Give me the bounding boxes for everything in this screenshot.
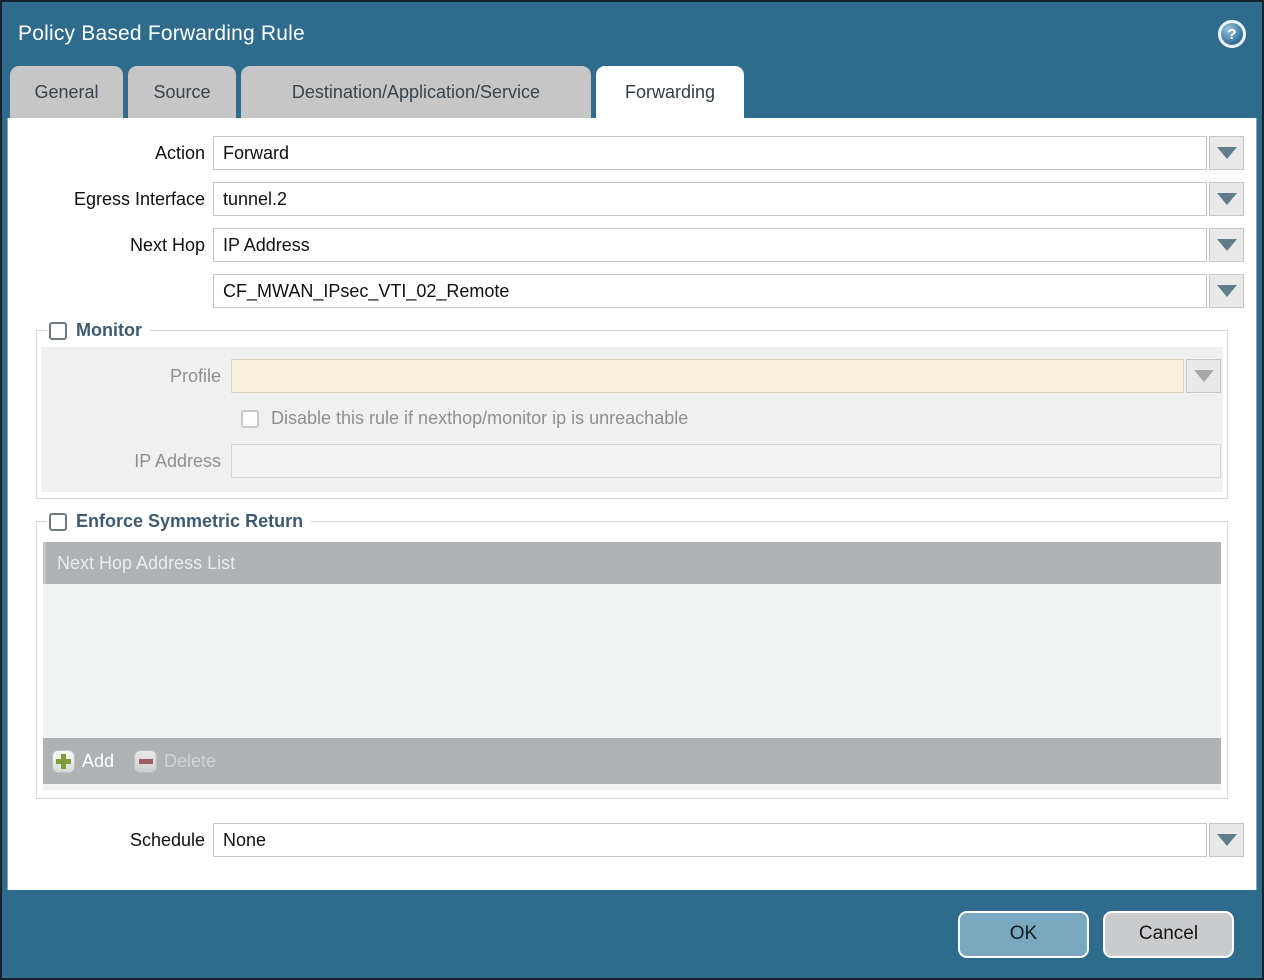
delete-button-disabled: Delete bbox=[134, 750, 216, 773]
disable-rule-label: Disable this rule if nexthop/monitor ip … bbox=[271, 408, 688, 429]
add-button-label: Add bbox=[82, 751, 114, 772]
symmetric-return-legend-label: Enforce Symmetric Return bbox=[76, 511, 303, 532]
dialog-titlebar: Policy Based Forwarding Rule ? bbox=[2, 2, 1262, 66]
monitor-legend: Monitor bbox=[47, 320, 150, 341]
egress-interface-input[interactable] bbox=[213, 182, 1207, 216]
chevron-down-icon bbox=[1217, 834, 1237, 846]
schedule-label: Schedule bbox=[8, 830, 213, 851]
ok-button-label: OK bbox=[1010, 923, 1037, 945]
next-hop-address-table-body[interactable] bbox=[43, 584, 1221, 738]
monitor-ip-address-row: IP Address bbox=[41, 444, 1221, 478]
symmetric-return-checkbox[interactable] bbox=[49, 513, 67, 531]
next-hop-address-input[interactable] bbox=[213, 274, 1207, 308]
tab-source-label: Source bbox=[153, 82, 210, 103]
tab-strip: General Source Destination/Application/S… bbox=[2, 66, 1262, 118]
monitor-panel: Profile Disable this rule if nexthop/mon… bbox=[41, 347, 1223, 492]
tab-source[interactable]: Source bbox=[128, 66, 236, 118]
tab-general-label: General bbox=[34, 82, 98, 103]
add-button[interactable]: Add bbox=[52, 750, 114, 773]
tab-destination-application-service[interactable]: Destination/Application/Service bbox=[241, 66, 591, 118]
monitor-checkbox[interactable] bbox=[49, 322, 67, 340]
profile-dropdown-button-disabled bbox=[1186, 359, 1221, 393]
next-hop-type-input[interactable] bbox=[213, 228, 1207, 262]
chevron-down-icon bbox=[1217, 193, 1237, 205]
action-label: Action bbox=[8, 143, 213, 164]
disable-rule-row: Disable this rule if nexthop/monitor ip … bbox=[241, 408, 1221, 429]
action-dropdown-button[interactable] bbox=[1209, 136, 1244, 170]
tab-destination-label: Destination/Application/Service bbox=[292, 82, 540, 103]
disable-rule-checkbox-disabled bbox=[241, 410, 259, 428]
next-hop-row: Next Hop bbox=[8, 228, 1256, 262]
schedule-row: Schedule bbox=[8, 823, 1256, 857]
egress-interface-label: Egress Interface bbox=[8, 189, 213, 210]
help-icon[interactable]: ? bbox=[1218, 20, 1246, 48]
cancel-button[interactable]: Cancel bbox=[1103, 911, 1234, 958]
egress-interface-row: Egress Interface bbox=[8, 182, 1256, 216]
minus-icon bbox=[134, 750, 157, 773]
chevron-down-icon bbox=[1217, 239, 1237, 251]
profile-input-disabled bbox=[231, 359, 1184, 393]
next-hop-type-dropdown-button[interactable] bbox=[1209, 228, 1244, 262]
symmetric-return-fieldset: Enforce Symmetric Return Next Hop Addres… bbox=[36, 511, 1228, 799]
next-hop-address-column-header: Next Hop Address List bbox=[57, 553, 235, 574]
tab-general[interactable]: General bbox=[10, 66, 123, 118]
forwarding-tab-panel: Action Egress Interface Next Hop bbox=[7, 118, 1257, 890]
next-hop-label: Next Hop bbox=[8, 235, 213, 256]
next-hop-address-table-header: Next Hop Address List bbox=[43, 542, 1221, 584]
next-hop-address-table: Next Hop Address List Add Delete bbox=[43, 542, 1221, 790]
tab-forwarding[interactable]: Forwarding bbox=[596, 66, 744, 118]
dialog-title: Policy Based Forwarding Rule bbox=[18, 22, 305, 46]
profile-label: Profile bbox=[41, 366, 231, 387]
pbf-rule-dialog: Policy Based Forwarding Rule ? General S… bbox=[0, 0, 1264, 980]
plus-icon bbox=[52, 750, 75, 773]
cancel-button-label: Cancel bbox=[1139, 923, 1198, 945]
monitor-fieldset: Monitor Profile Disable this rule if nex… bbox=[36, 320, 1228, 499]
monitor-ip-address-label: IP Address bbox=[41, 451, 231, 472]
help-glyph: ? bbox=[1227, 26, 1236, 43]
monitor-legend-label: Monitor bbox=[76, 320, 142, 341]
table-bottom-strip bbox=[43, 784, 1221, 790]
monitor-ip-address-input-disabled bbox=[231, 444, 1221, 478]
next-hop-address-table-toolbar: Add Delete bbox=[43, 738, 1221, 784]
next-hop-address-row bbox=[8, 274, 1256, 308]
action-input[interactable] bbox=[213, 136, 1207, 170]
schedule-dropdown-button[interactable] bbox=[1209, 823, 1244, 857]
schedule-input[interactable] bbox=[213, 823, 1207, 857]
action-row: Action bbox=[8, 136, 1256, 170]
delete-button-label: Delete bbox=[164, 751, 216, 772]
ok-button[interactable]: OK bbox=[958, 911, 1089, 958]
tab-forwarding-label: Forwarding bbox=[625, 82, 715, 103]
next-hop-address-dropdown-button[interactable] bbox=[1209, 274, 1244, 308]
profile-row: Profile bbox=[41, 359, 1221, 393]
symmetric-return-legend: Enforce Symmetric Return bbox=[47, 511, 311, 532]
chevron-down-icon bbox=[1194, 370, 1214, 382]
chevron-down-icon bbox=[1217, 285, 1237, 297]
chevron-down-icon bbox=[1217, 147, 1237, 159]
dialog-footer: OK Cancel bbox=[2, 890, 1262, 978]
egress-interface-dropdown-button[interactable] bbox=[1209, 182, 1244, 216]
